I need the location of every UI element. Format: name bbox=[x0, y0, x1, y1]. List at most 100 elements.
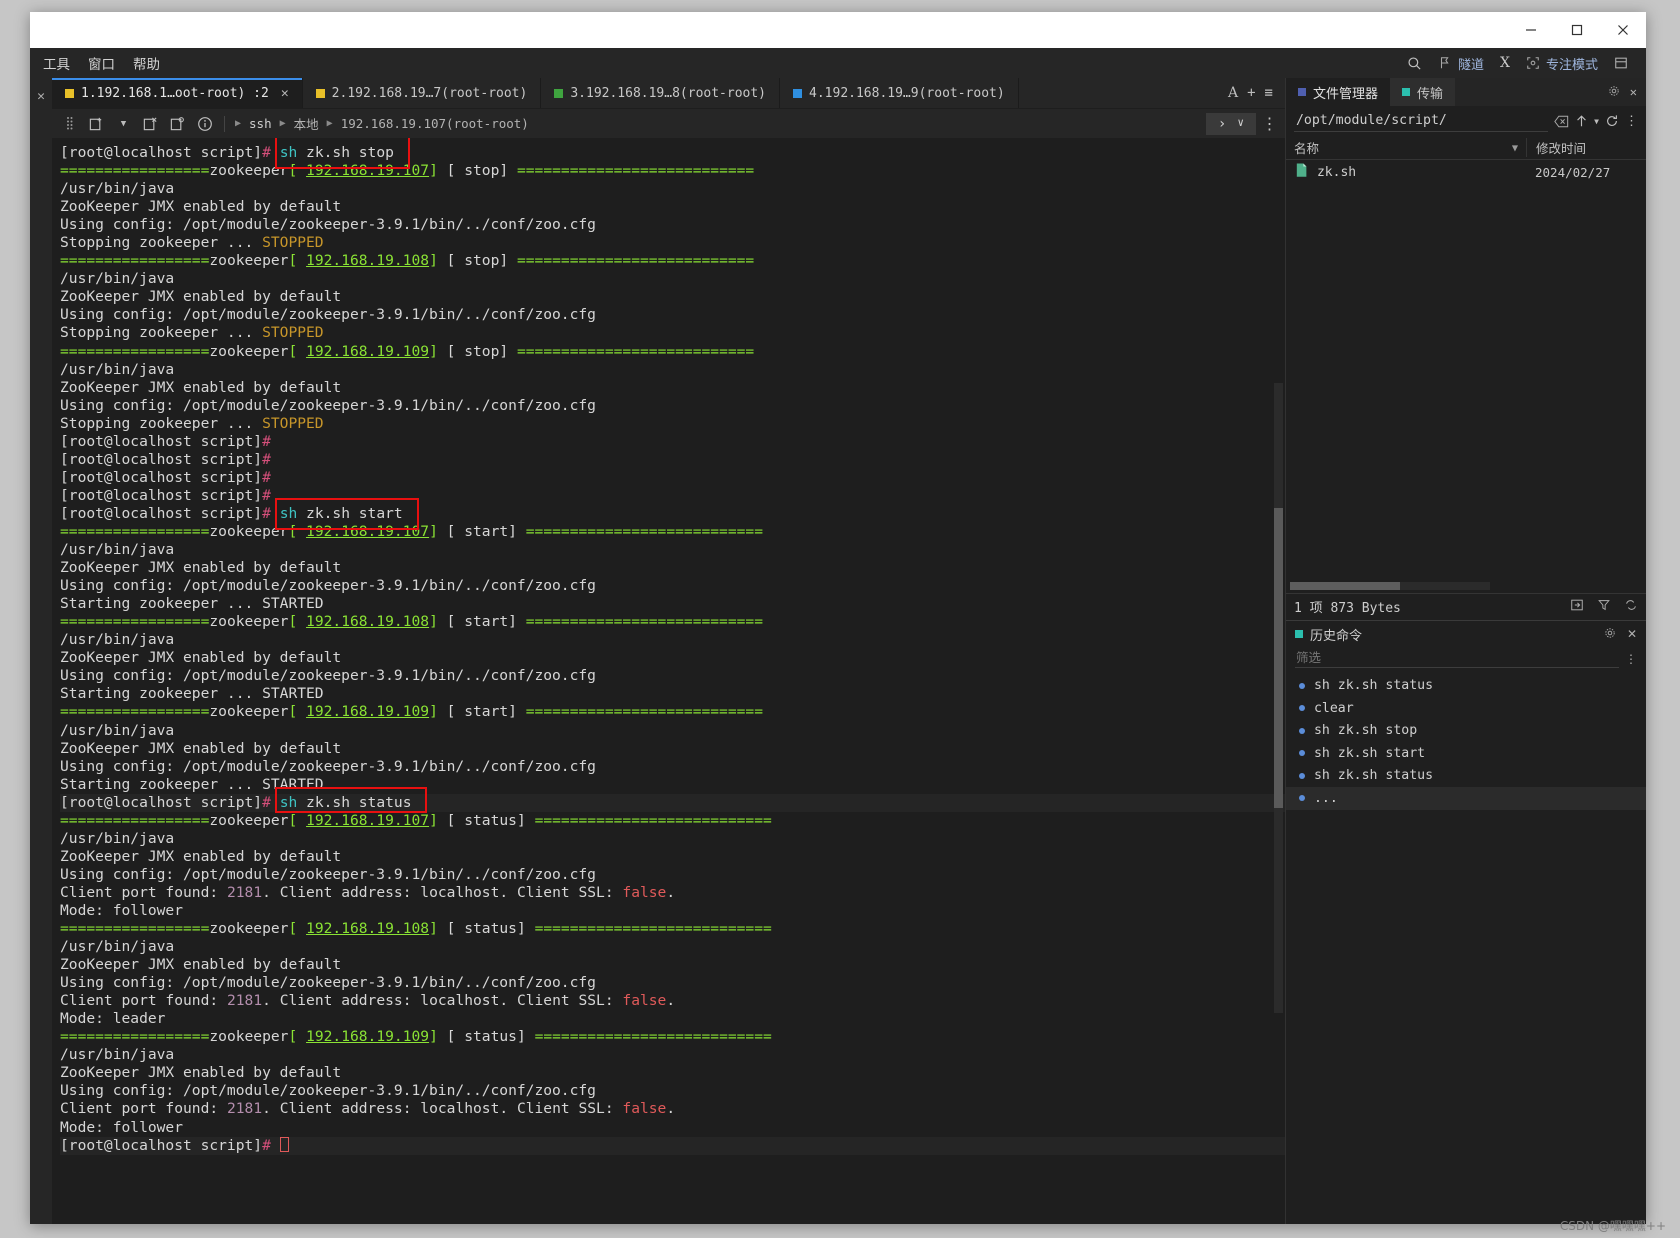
remote-path-input[interactable] bbox=[1293, 110, 1549, 132]
history-item[interactable]: sh zk.sh status bbox=[1286, 675, 1646, 698]
sidebar-tabbar: 文件管理器 传输 ✕ bbox=[1285, 78, 1646, 106]
history-filter-input[interactable] bbox=[1294, 647, 1619, 668]
session-tab-3[interactable]: 3.192.168.19…8(root-root) bbox=[541, 78, 781, 108]
layout-button[interactable] bbox=[1607, 53, 1636, 74]
file-list-statusbar: 1 项 873 Bytes bbox=[1285, 592, 1646, 620]
window-titlebar bbox=[30, 12, 1646, 48]
terminal-scrollbar[interactable] bbox=[1273, 383, 1283, 1013]
chevron-right-icon: › bbox=[1217, 115, 1227, 132]
terminal-line: [root@localhost script]# bbox=[60, 1136, 1285, 1155]
terminal-line: Starting zookeeper ... STARTED bbox=[60, 595, 324, 613]
terminal-line: /usr/bin/java bbox=[60, 541, 175, 559]
overflow-menu-icon[interactable]: ⋮ bbox=[1260, 114, 1279, 133]
menu-help[interactable]: 帮助 bbox=[124, 50, 169, 76]
shell-script-icon bbox=[1294, 162, 1309, 182]
tunnel-icon bbox=[1438, 56, 1453, 71]
sync-browse-icon[interactable] bbox=[1624, 598, 1638, 616]
history-item-label: sh zk.sh status bbox=[1313, 768, 1434, 784]
rail-close-icon[interactable]: ✕ bbox=[37, 89, 45, 104]
terminal-line: Client port found: 2181. Client address:… bbox=[60, 1100, 676, 1118]
tab-file-manager-label: 文件管理器 bbox=[1312, 86, 1378, 102]
parent-directory-icon[interactable] bbox=[1575, 114, 1588, 128]
clear-path-icon[interactable] bbox=[1554, 115, 1569, 128]
new-tab-button[interactable]: + bbox=[1247, 85, 1255, 101]
terminal-line: ZooKeeper JMX enabled by default bbox=[60, 378, 342, 396]
command-bar-toggle[interactable]: › ∨ bbox=[1205, 112, 1256, 135]
search-icon bbox=[1407, 56, 1422, 71]
tab-file-manager[interactable]: 文件管理器 bbox=[1285, 78, 1390, 106]
bullet-icon bbox=[1298, 705, 1305, 712]
history-list[interactable]: sh zk.sh status clear sh zk.sh stop sh zk.s… bbox=[1285, 671, 1646, 816]
window-maximize-button[interactable] bbox=[1554, 12, 1600, 48]
transfer-icon bbox=[1401, 88, 1410, 96]
history-item[interactable]: clear bbox=[1286, 697, 1646, 720]
terminal-line: =================zookeeper[ 192.168.19.1… bbox=[60, 613, 763, 631]
terminal-line: Mode: follower bbox=[60, 901, 184, 919]
path-dropdown-icon[interactable]: ▼ bbox=[1594, 117, 1599, 126]
session-tab-4[interactable]: 4.192.168.19…9(root-root) bbox=[780, 78, 1019, 108]
terminal-output[interactable]: [root@localhost script]# sh zk.sh stop ==… bbox=[52, 138, 1285, 1224]
close-session-icon[interactable] bbox=[141, 114, 160, 133]
terminal-line: [root@localhost script]# sh zk.sh start bbox=[60, 504, 403, 522]
terminal-line: /usr/bin/java bbox=[60, 938, 175, 956]
focus-mode-button[interactable]: 专注模式 bbox=[1519, 51, 1605, 76]
bullet-icon bbox=[1298, 750, 1305, 757]
terminal-line: Stopping zookeeper ... STOPPED bbox=[60, 324, 324, 342]
breadcrumb-ssh[interactable]: ssh bbox=[249, 116, 272, 131]
sidebar-close-icon[interactable]: ✕ bbox=[1630, 85, 1637, 99]
window-minimize-button[interactable] bbox=[1508, 12, 1554, 48]
history-item[interactable]: sh zk.sh status bbox=[1286, 765, 1646, 788]
sidebar-overflow-icon[interactable]: ⋮ bbox=[1625, 114, 1638, 129]
font-size-button[interactable]: A bbox=[1228, 85, 1238, 101]
history-item[interactable]: sh zk.sh start bbox=[1286, 742, 1646, 765]
breadcrumb-host[interactable]: 192.168.19.107(root-root) bbox=[341, 116, 529, 131]
focus-icon bbox=[1526, 56, 1541, 71]
terminal-line: =================zookeeper[ 192.168.19.1… bbox=[60, 342, 755, 360]
column-header-name-label: 名称 bbox=[1293, 141, 1319, 156]
tab-transfer[interactable]: 传输 bbox=[1389, 78, 1455, 106]
menubar: 工具 窗口 帮助 隧道 X 专注模式 bbox=[30, 48, 1646, 78]
refresh-icon[interactable] bbox=[1605, 114, 1619, 128]
filter-icon[interactable] bbox=[1597, 598, 1611, 616]
history-settings-icon[interactable] bbox=[1604, 627, 1616, 642]
history-overflow-icon[interactable]: ⋮ bbox=[1625, 652, 1637, 668]
session-tab-1[interactable]: 1.192.168.1…oot-root) :2 ✕ bbox=[52, 78, 303, 108]
session-rail: ✕ bbox=[30, 78, 52, 1224]
history-item[interactable]: ... bbox=[1285, 787, 1646, 810]
reconnect-session-icon[interactable] bbox=[168, 114, 187, 133]
menu-window[interactable]: 窗口 bbox=[79, 50, 124, 76]
chevron-down-icon[interactable]: ▼ bbox=[114, 114, 133, 133]
session-tab-2[interactable]: 2.192.168.19…7(root-root) bbox=[303, 78, 542, 108]
file-row[interactable]: zk.sh 2024/02/27 bbox=[1286, 160, 1646, 184]
session-tab-1-close-icon[interactable]: ✕ bbox=[281, 86, 289, 101]
window-close-button[interactable] bbox=[1600, 12, 1646, 48]
session-tab-2-label: 2.192.168.19…7(root-root) bbox=[331, 85, 528, 101]
column-header-name[interactable]: 名称 ▼ bbox=[1286, 138, 1526, 157]
terminal-line: =================zookeeper[ 192.168.19.1… bbox=[60, 162, 755, 180]
transfer-queue-icon[interactable] bbox=[1570, 598, 1584, 616]
search-button[interactable] bbox=[1400, 53, 1429, 74]
history-panel: 历史命令 ✕ ⋮ sh zk.sh statusclearsh zk.sh st… bbox=[1285, 619, 1646, 816]
file-count-label: 1 项 873 Bytes bbox=[1293, 601, 1401, 616]
tab-menu-button[interactable]: ≡ bbox=[1265, 85, 1273, 101]
file-list-hscrollbar[interactable] bbox=[1289, 581, 1490, 590]
column-header-modified[interactable]: 修改时间 bbox=[1526, 138, 1646, 157]
terminal-line: ZooKeeper JMX enabled by default bbox=[60, 847, 342, 865]
info-icon[interactable] bbox=[195, 114, 214, 133]
tunnel-button[interactable]: 隧道 bbox=[1431, 51, 1491, 76]
file-list[interactable]: zk.sh 2024/02/27 bbox=[1285, 160, 1646, 593]
history-title: 历史命令 bbox=[1309, 628, 1362, 644]
chevron-down-icon: ∨ bbox=[1237, 115, 1244, 129]
session-tab-1-label: 1.192.168.1…oot-root) :2 bbox=[81, 85, 269, 101]
terminal-line: [root@localhost script]# bbox=[60, 450, 271, 468]
new-session-icon[interactable] bbox=[87, 114, 106, 133]
terminal-viewport[interactable]: [root@localhost script]# sh zk.sh stop ==… bbox=[52, 138, 1285, 1224]
history-close-icon[interactable]: ✕ bbox=[1627, 627, 1637, 642]
history-item[interactable]: sh zk.sh stop bbox=[1286, 720, 1646, 743]
drag-handle-icon[interactable] bbox=[60, 114, 79, 133]
sidebar-settings-icon[interactable] bbox=[1608, 85, 1620, 100]
watermark: CSDN @嘿嘿嘿++ bbox=[1559, 1219, 1666, 1233]
menu-tools[interactable]: 工具 bbox=[34, 50, 79, 76]
breadcrumb-local[interactable]: 本地 bbox=[294, 114, 319, 133]
xftp-button[interactable]: X bbox=[1493, 52, 1517, 74]
